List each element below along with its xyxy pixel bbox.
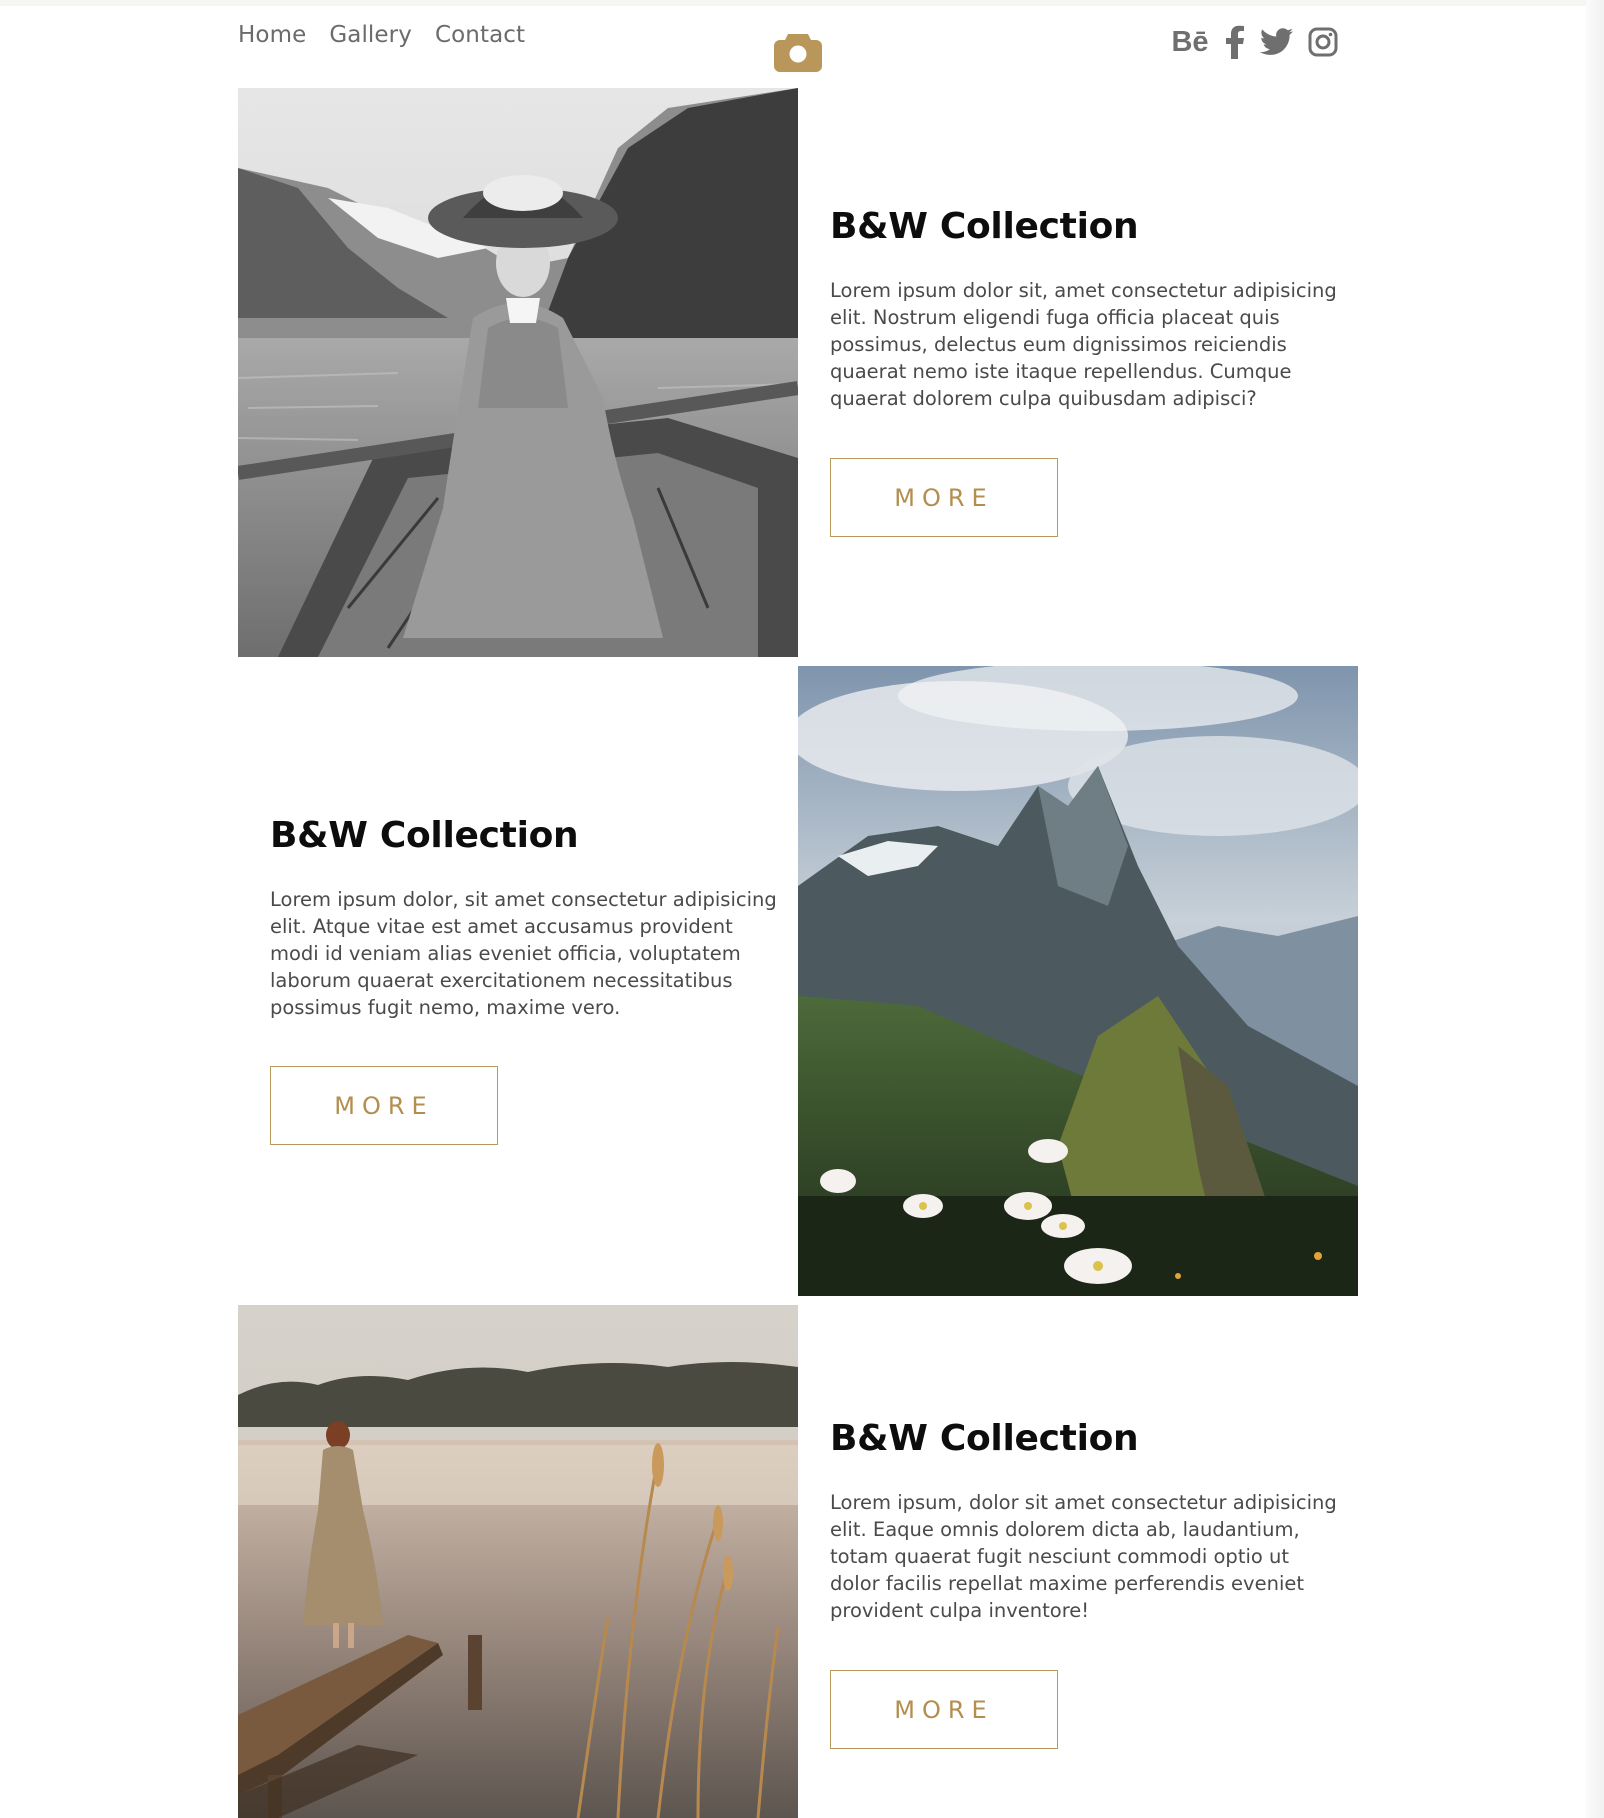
behance-icon[interactable]: Bē	[1170, 24, 1210, 60]
section-1-text: B&W Collection Lorem ipsum dolor sit, am…	[830, 206, 1340, 412]
nav-gallery-link[interactable]: Gallery	[329, 22, 412, 48]
section-2-description: Lorem ipsum dolor, sit amet consectetur …	[270, 888, 777, 1019]
section-2-more-button[interactable]: MORE	[270, 1066, 498, 1145]
facebook-icon[interactable]	[1224, 24, 1246, 60]
camera-icon[interactable]	[774, 30, 822, 72]
section-1-title: B&W Collection	[830, 206, 1139, 247]
social-links: Bē	[1170, 24, 1338, 60]
section-3-text: B&W Collection Lorem ipsum, dolor sit am…	[830, 1418, 1340, 1624]
section-3-description: Lorem ipsum, dolor sit amet consectetur …	[830, 1491, 1337, 1622]
section-1-description: Lorem ipsum dolor sit, amet consectetur …	[830, 279, 1337, 410]
section-3-more-button[interactable]: MORE	[830, 1670, 1058, 1749]
instagram-icon[interactable]	[1308, 24, 1338, 60]
scrollbar-track[interactable]	[1586, 0, 1604, 1818]
twitter-icon[interactable]	[1260, 24, 1294, 60]
nav-contact-link[interactable]: Contact	[435, 22, 525, 48]
section-3-title: B&W Collection	[830, 1418, 1139, 1459]
section-2-title: B&W Collection	[270, 815, 579, 856]
woman-rowing-boat-photo[interactable]	[238, 88, 798, 657]
section-1-more-button[interactable]: MORE	[830, 458, 1058, 537]
top-strip	[0, 0, 1590, 6]
main-nav: Home Gallery Contact	[238, 22, 525, 48]
woman-on-pier-photo[interactable]	[238, 1305, 798, 1818]
mountain-flowers-photo[interactable]	[798, 666, 1358, 1296]
nav-home-link[interactable]: Home	[238, 22, 306, 48]
section-2-text: B&W Collection Lorem ipsum dolor, sit am…	[270, 815, 780, 1021]
